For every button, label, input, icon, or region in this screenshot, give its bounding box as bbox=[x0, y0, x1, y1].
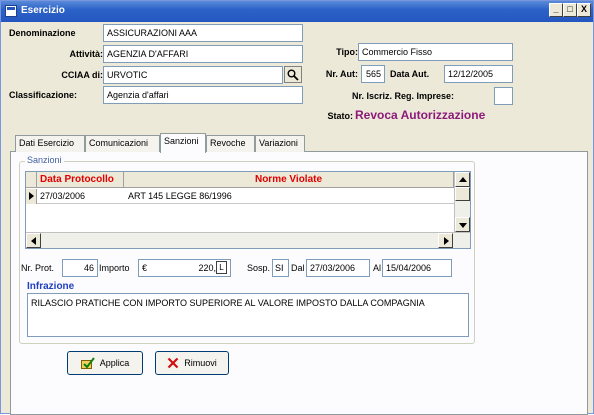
arrow-up-icon bbox=[459, 177, 467, 182]
infrazione-label: Infrazione bbox=[27, 281, 75, 292]
tab-dati-esercizio[interactable]: Dati Esercizio bbox=[15, 135, 85, 152]
row-selector-arrow-icon bbox=[26, 189, 37, 204]
cciaa-label: CCIAA di: bbox=[61, 70, 103, 80]
grid-vertical-scrollbar[interactable] bbox=[454, 172, 470, 232]
column-data-protocollo[interactable]: Data Protocollo bbox=[38, 172, 124, 188]
minimize-button[interactable]: _ bbox=[549, 3, 563, 17]
title-bar[interactable]: Esercizio _ □ X bbox=[1, 1, 593, 22]
tipo-label: Tipo: bbox=[336, 47, 358, 57]
dal-label: Dal bbox=[291, 263, 305, 273]
nr-aut-label: Nr. Aut: bbox=[325, 69, 358, 79]
sosp-field[interactable]: SI bbox=[272, 259, 289, 277]
window-controls: _ □ X bbox=[549, 3, 591, 17]
maximize-button[interactable]: □ bbox=[563, 3, 577, 17]
scroll-right-button[interactable] bbox=[438, 233, 453, 248]
tab-revoche[interactable]: Revoche bbox=[206, 135, 255, 152]
window-title: Esercizio bbox=[21, 5, 65, 16]
grid-header: Data Protocollo Norme Violate bbox=[26, 172, 470, 188]
tab-comunicazioni[interactable]: Comunicazioni bbox=[85, 135, 160, 152]
attivita-field[interactable]: AGENZIA D'AFFARI bbox=[103, 45, 303, 63]
cciaa-search-button[interactable] bbox=[284, 66, 302, 83]
dal-field[interactable]: 27/03/2006 bbox=[306, 259, 370, 277]
rimuovi-button[interactable]: Rimuovi bbox=[155, 351, 229, 375]
nr-iscriz-field[interactable] bbox=[494, 87, 513, 105]
denominazione-label: Denominazione bbox=[9, 28, 76, 38]
al-field[interactable]: 15/04/2006 bbox=[382, 259, 452, 277]
denominazione-field[interactable]: ASSICURAZIONI AAA bbox=[103, 24, 303, 42]
attivita-label: Attività: bbox=[69, 49, 104, 59]
importo-unit-button[interactable]: L bbox=[216, 261, 227, 274]
scroll-down-button[interactable] bbox=[455, 217, 470, 232]
scroll-left-button[interactable] bbox=[26, 233, 41, 248]
apply-icon bbox=[80, 356, 95, 369]
currency-symbol: € bbox=[142, 263, 148, 273]
nr-aut-field[interactable]: 565 bbox=[361, 65, 385, 83]
rimuovi-label: Rimuovi bbox=[184, 358, 217, 368]
window-icon bbox=[5, 5, 17, 17]
sanzioni-group-label: Sanzioni bbox=[25, 155, 64, 165]
classificazione-field[interactable]: Agenzia d'affari bbox=[103, 86, 303, 104]
close-button[interactable]: X bbox=[577, 3, 591, 17]
arrow-right-icon bbox=[444, 237, 449, 245]
nr-iscriz-label: Nr. Iscriz. Reg. Imprese: bbox=[352, 91, 455, 101]
stato-value: Revoca Autorizzazione bbox=[355, 108, 486, 122]
cell-data-protocollo: 27/03/2006 bbox=[40, 191, 86, 201]
tab-variazioni[interactable]: Variazioni bbox=[255, 135, 305, 152]
cell-norme-violate: ART 145 LEGGE 86/1996 bbox=[128, 191, 232, 201]
table-row[interactable]: 27/03/2006 ART 145 LEGGE 86/1996 bbox=[26, 189, 456, 204]
vertical-scroll-thumb[interactable] bbox=[455, 187, 470, 201]
arrow-left-icon bbox=[31, 237, 36, 245]
applica-button[interactable]: Applica bbox=[67, 351, 143, 375]
al-label: Al bbox=[373, 263, 382, 273]
grid-horizontal-scrollbar[interactable] bbox=[26, 232, 470, 248]
magnifier-icon bbox=[287, 69, 299, 81]
grid-header-corner bbox=[26, 172, 37, 188]
remove-x-icon bbox=[167, 357, 179, 369]
data-aut-field[interactable]: 12/12/2005 bbox=[444, 65, 513, 83]
column-norme-violate[interactable]: Norme Violate bbox=[124, 172, 454, 188]
scroll-up-button[interactable] bbox=[455, 172, 470, 187]
nr-prot-label: Nr. Prot. bbox=[21, 263, 55, 273]
sosp-label: Sosp. bbox=[247, 263, 271, 273]
esercizio-window: Esercizio _ □ X Denominazione ASSICURAZI… bbox=[0, 0, 594, 415]
tipo-field[interactable]: Commercio Fisso bbox=[358, 43, 513, 61]
importo-label: Importo bbox=[99, 263, 130, 273]
data-aut-label: Data Aut. bbox=[390, 69, 430, 79]
tab-sanzioni[interactable]: Sanzioni bbox=[160, 133, 206, 153]
nr-prot-field[interactable]: 46 bbox=[62, 259, 98, 277]
cciaa-field[interactable]: URVOTIC bbox=[103, 66, 283, 84]
classificazione-label: Classificazione: bbox=[9, 90, 78, 100]
stato-label: Stato: bbox=[327, 111, 354, 121]
infrazione-memo[interactable]: RILASCIO PRATICHE CON IMPORTO SUPERIORE … bbox=[27, 293, 469, 337]
sanzioni-grid[interactable]: Data Protocollo Norme Violate 27/03/2006… bbox=[25, 171, 471, 249]
applica-label: Applica bbox=[99, 358, 130, 368]
arrow-down-icon bbox=[459, 223, 467, 228]
